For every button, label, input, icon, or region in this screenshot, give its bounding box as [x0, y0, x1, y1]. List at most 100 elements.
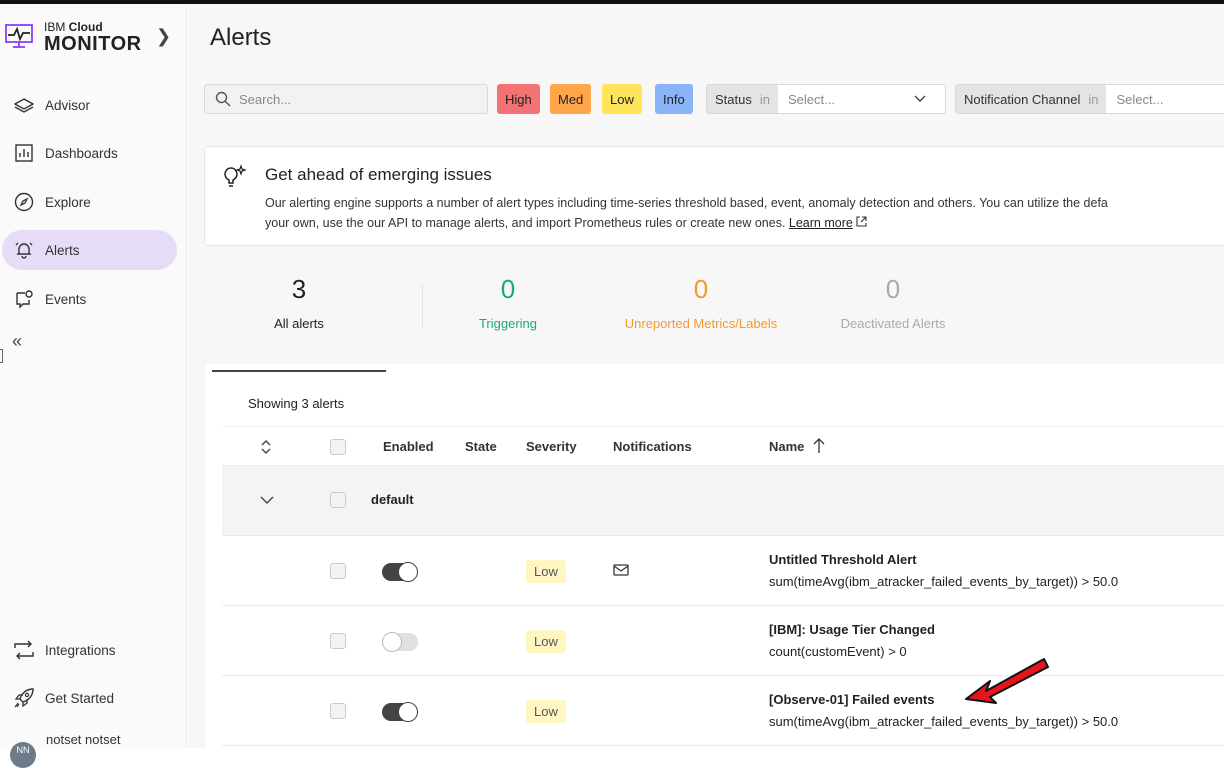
mail-icon — [613, 564, 629, 576]
search-input[interactable]: Search... — [204, 84, 488, 114]
sidebar-item-label: Events — [45, 291, 87, 307]
sidebar-item-integrations[interactable]: Integrations — [2, 630, 177, 670]
row-checkbox[interactable] — [330, 633, 346, 649]
page-title: Alerts — [210, 24, 272, 51]
notification-channel-select[interactable]: Select... — [1106, 85, 1173, 113]
col-name[interactable]: Name — [769, 439, 804, 454]
dashboard-icon — [13, 142, 35, 164]
all-alerts-count: 3 — [291, 274, 307, 304]
sidebar-item-get-started[interactable]: Get Started — [2, 678, 177, 718]
alerts-panel: 3 All alerts 0 Triggering 0 Unreported M… — [206, 256, 1224, 756]
group-row[interactable]: default — [222, 466, 1224, 536]
sidebar-item-events[interactable]: Events — [2, 279, 177, 319]
severity-badge: Low — [526, 700, 566, 723]
sidebar-item-label: Dashboards — [45, 145, 118, 161]
red-arrow-annotation — [965, 658, 1049, 704]
deactivated-count: 0 — [885, 274, 901, 304]
user-name[interactable]: notset notset — [46, 732, 120, 747]
status-select[interactable]: Select... — [778, 85, 936, 113]
info-banner: Get ahead of emerging issues Our alertin… — [204, 146, 1224, 246]
status-filter[interactable]: Status in Select... — [706, 84, 946, 114]
search-placeholder: Search... — [239, 91, 292, 107]
alert-query: sum(timeAvg(ibm_atracker_failed_events_b… — [769, 574, 1119, 589]
external-link-icon — [856, 216, 867, 227]
col-notifications[interactable]: Notifications — [613, 439, 692, 454]
severity-info-filter[interactable]: Info — [655, 84, 693, 114]
events-icon — [13, 288, 35, 310]
alert-stats-tabs: 3 All alerts 0 Triggering 0 Unreported M… — [206, 256, 1224, 372]
arrow-up-icon — [813, 438, 825, 453]
select-all-checkbox[interactable] — [330, 439, 346, 455]
sidebar-item-label: Explore — [45, 194, 91, 210]
group-checkbox[interactable] — [330, 492, 346, 508]
row-checkbox[interactable] — [330, 703, 346, 719]
notification-channel-filter[interactable]: Notification Channel in Select... — [955, 84, 1224, 114]
sidebar-item-alerts[interactable]: Alerts — [2, 230, 177, 270]
learn-more-link[interactable]: Learn more — [789, 216, 853, 230]
alerts-table: Enabled State Severity Notifications Nam… — [222, 426, 1224, 746]
deactivated-label: Deactivated Alerts — [840, 316, 946, 331]
showing-count: Showing 3 alerts — [248, 396, 345, 411]
col-severity[interactable]: Severity — [526, 439, 577, 454]
bell-icon — [13, 239, 35, 261]
triggering-label: Triggering — [478, 316, 538, 331]
sidebar: IBM Cloud MONITOR ❯ Advisor Dashboards E… — [0, 4, 187, 768]
col-enabled[interactable]: Enabled — [383, 439, 434, 454]
sidebar-item-advisor[interactable]: Advisor — [2, 85, 177, 125]
unreported-label: Unreported Metrics/Labels — [624, 316, 778, 331]
severity-high-filter[interactable]: High — [497, 84, 540, 114]
enabled-toggle[interactable] — [382, 702, 418, 722]
sidebar-item-label: Advisor — [45, 97, 91, 113]
severity-med-filter[interactable]: Med — [550, 84, 592, 114]
triggering-count: 0 — [500, 274, 516, 304]
alert-query: sum(timeAvg(ibm_atracker_failed_events_b… — [769, 714, 1119, 729]
severity-badge: Low — [526, 560, 566, 583]
chevron-down-icon[interactable] — [260, 496, 274, 505]
row-checkbox[interactable] — [330, 563, 346, 579]
table-row[interactable]: Low Untitled Threshold Alert sum(timeAvg… — [222, 536, 1224, 606]
table-row[interactable]: Low [IBM]: Usage Tier Changed count(cust… — [222, 606, 1224, 676]
notification-channel-label: Notification Channel in — [956, 85, 1107, 113]
search-icon — [215, 91, 231, 107]
sidebar-item-label: Get Started — [45, 690, 115, 706]
brand-top: IBM Cloud — [44, 20, 103, 34]
integrations-icon — [13, 639, 35, 661]
sidebar-item-dashboards[interactable]: Dashboards — [2, 133, 177, 173]
tab-unreported[interactable]: 0 Unreported Metrics/Labels — [606, 272, 796, 331]
tab-deactivated[interactable]: 0 Deactivated Alerts — [798, 272, 988, 331]
tab-triggering[interactable]: 0 Triggering — [413, 272, 603, 331]
table-header: Enabled State Severity Notifications Nam… — [222, 426, 1224, 466]
monitor-logo-icon — [5, 24, 33, 48]
avatar[interactable]: NN — [10, 742, 36, 768]
unreported-count: 0 — [693, 274, 709, 304]
chevron-down-icon — [914, 95, 926, 102]
table-row[interactable]: Low [Observe-01] Failed events sum(timeA… — [222, 676, 1224, 746]
enabled-toggle[interactable] — [382, 632, 418, 652]
chevron-right-icon[interactable]: ❯ — [156, 26, 171, 47]
alert-name[interactable]: [Observe-01] Failed events — [769, 692, 934, 707]
filter-bar: Search... High Med Low Info Status in Sel… — [188, 74, 1224, 124]
alert-name[interactable]: Untitled Threshold Alert — [769, 552, 917, 567]
layers-icon — [13, 94, 35, 116]
sidebar-item-label: Integrations — [45, 642, 116, 658]
app-logo[interactable]: IBM Cloud MONITOR ❯ — [4, 18, 184, 62]
main-content: Alerts Search... High Med Low Info Statu… — [188, 4, 1224, 756]
alert-name[interactable]: [IBM]: Usage Tier Changed — [769, 622, 935, 637]
tab-all-alerts[interactable]: 3 All alerts — [212, 272, 386, 372]
severity-badge: Low — [526, 630, 566, 653]
enabled-toggle[interactable] — [382, 562, 418, 582]
col-state[interactable]: State — [465, 439, 497, 454]
lightbulb-icon — [224, 164, 247, 187]
sort-icon[interactable] — [260, 440, 272, 454]
all-alerts-label: All alerts — [274, 316, 324, 331]
alert-query: count(customEvent) > 0 — [769, 644, 907, 659]
edge-handle — [0, 349, 3, 363]
sidebar-item-label: Alerts — [45, 242, 80, 258]
rocket-icon — [13, 687, 35, 709]
collapse-sidebar-icon[interactable]: « — [12, 331, 22, 352]
group-name: default — [371, 492, 414, 507]
banner-text: Our alerting engine supports a number of… — [265, 196, 1108, 230]
compass-icon — [13, 191, 35, 213]
severity-low-filter[interactable]: Low — [602, 84, 642, 114]
sidebar-item-explore[interactable]: Explore — [2, 182, 177, 222]
